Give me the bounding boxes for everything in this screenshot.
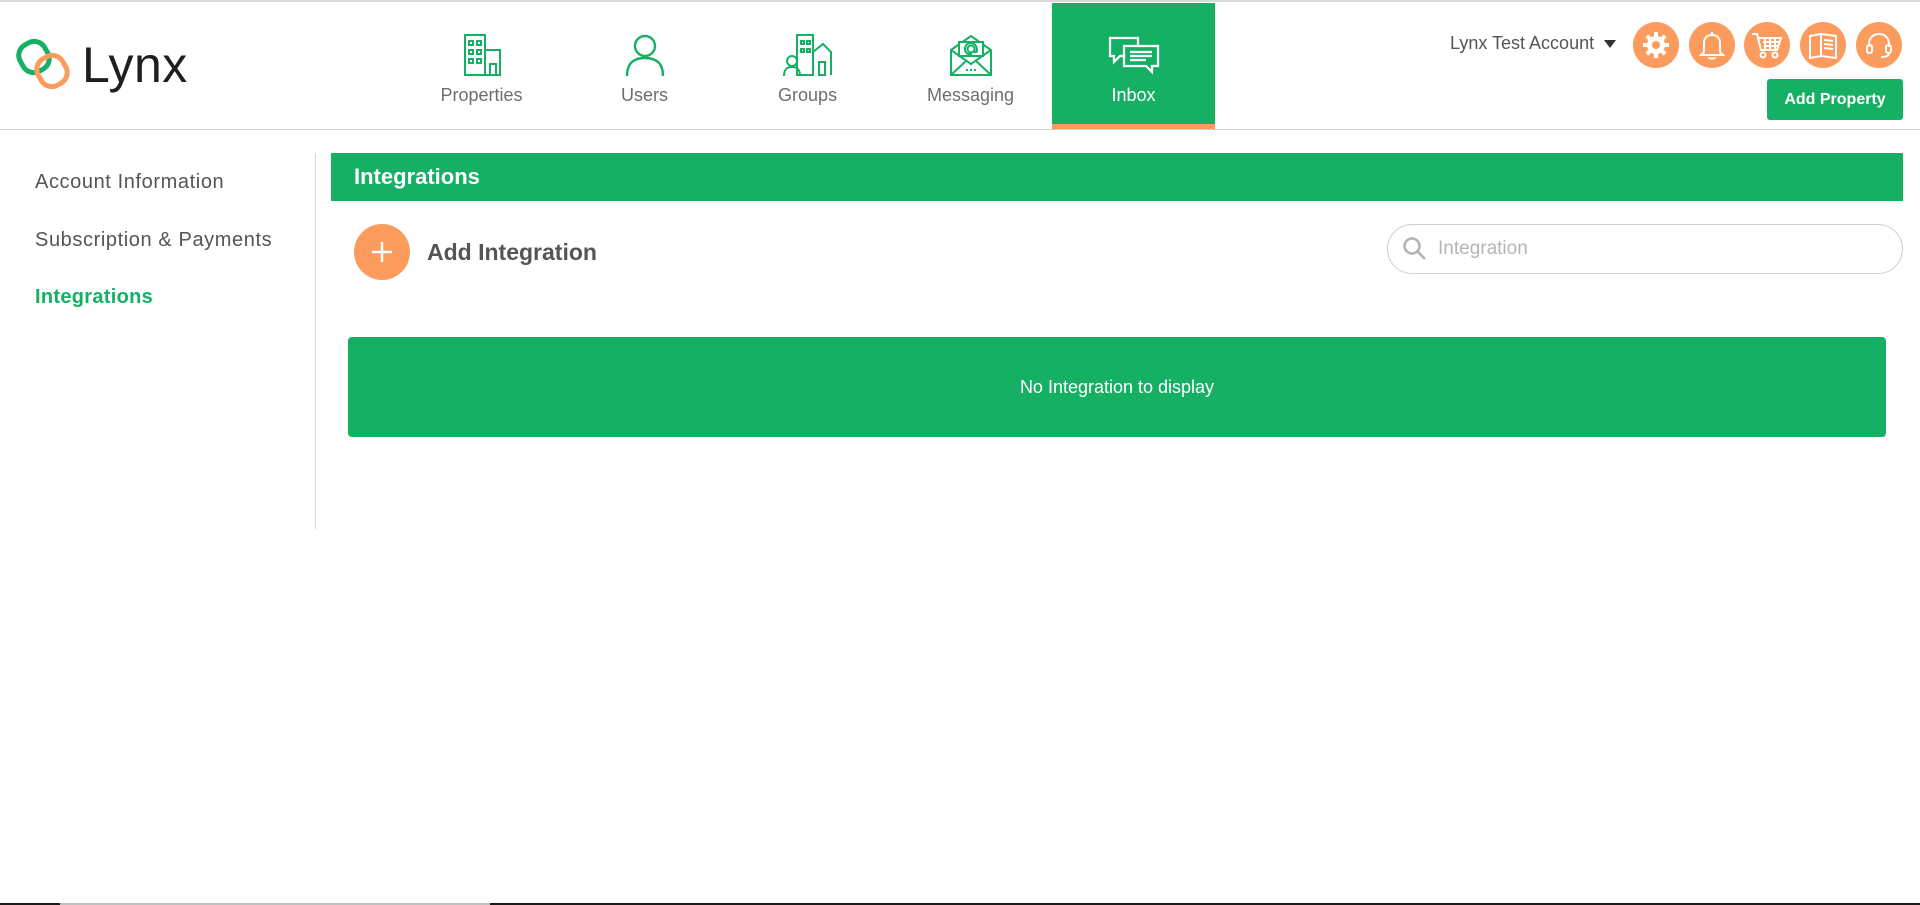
lynx-logo-icon [16, 38, 70, 90]
nav-label: Groups [777, 85, 838, 105]
bell-icon [1698, 32, 1726, 60]
main-nav: Properties Users Groups Messaging Inbox [400, 3, 1215, 129]
nav-inbox[interactable]: Inbox [1052, 3, 1215, 129]
building-icon [460, 31, 504, 79]
nav-properties[interactable]: Properties [400, 3, 563, 129]
book-icon [1809, 32, 1837, 59]
sidebar-item-integrations[interactable]: Integrations [35, 286, 153, 309]
add-integration-label: Add Integration [427, 238, 597, 265]
nav-label: Messaging [926, 85, 1015, 105]
sidebar-item-subscription-payments[interactable]: Subscription & Payments [35, 229, 272, 252]
empty-state-banner: No Integration to display [348, 337, 1886, 437]
integration-search [1387, 224, 1903, 274]
page-title: Integrations [331, 153, 1903, 201]
nav-label: Properties [440, 85, 523, 105]
search-icon [1403, 237, 1426, 260]
cart-button[interactable] [1744, 22, 1790, 68]
search-input[interactable] [1436, 237, 1880, 261]
logo-text: Lynx [82, 37, 188, 93]
top-border [0, 0, 1920, 2]
groups-buildings-icon [782, 31, 833, 79]
notifications-button[interactable] [1689, 22, 1735, 68]
support-button[interactable] [1856, 22, 1902, 68]
mail-at-icon [948, 31, 994, 79]
guide-button[interactable] [1800, 22, 1846, 68]
nav-label: Inbox [1111, 85, 1156, 105]
logo[interactable]: Lynx [16, 35, 188, 95]
nav-users[interactable]: Users [563, 3, 726, 129]
plus-icon [354, 224, 410, 280]
cart-icon [1752, 33, 1783, 59]
nav-messaging[interactable]: Messaging [889, 3, 1052, 129]
gear-icon [1643, 32, 1669, 58]
nav-label: Users [620, 85, 668, 105]
sidebar-item-account-information[interactable]: Account Information [35, 171, 224, 194]
account-name: Lynx Test Account [1450, 33, 1595, 53]
app-header: Lynx Properties Users Groups Messaging I… [0, 3, 1920, 130]
chevron-down-icon [1604, 39, 1617, 48]
settings-button[interactable] [1633, 22, 1679, 68]
chat-bubbles-icon [1108, 31, 1160, 79]
headset-icon [1866, 32, 1892, 58]
empty-state-message: No Integration to display [1019, 376, 1215, 397]
account-selector[interactable]: Lynx Test Account [1450, 33, 1617, 54]
add-integration-button[interactable]: Add Integration [354, 224, 597, 280]
nav-groups[interactable]: Groups [726, 3, 889, 129]
settings-sidebar: Account Information Subscription & Payme… [0, 153, 316, 529]
add-property-button[interactable]: Add Property [1767, 79, 1903, 120]
user-icon [623, 31, 667, 79]
